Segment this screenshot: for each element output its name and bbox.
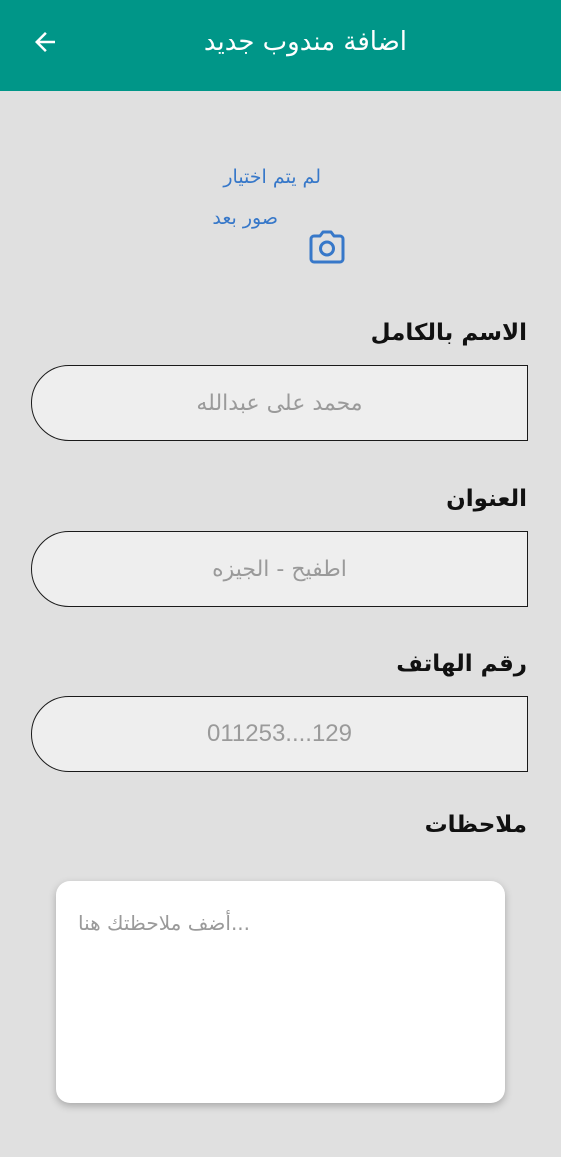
select-photo-button[interactable] xyxy=(309,230,345,264)
name-label: الاسم بالكامل xyxy=(370,320,527,346)
page-title: اضافة مندوب جديد xyxy=(203,27,407,57)
name-field-container xyxy=(31,365,528,441)
address-label: العنوان xyxy=(446,486,527,512)
address-input[interactable] xyxy=(32,532,527,606)
camera-icon xyxy=(309,230,345,264)
arrow-back-icon xyxy=(35,32,55,52)
back-button[interactable] xyxy=(20,22,70,62)
photo-status-line1: لم يتم اختيار xyxy=(223,166,321,188)
phone-field-container xyxy=(31,696,528,772)
address-field-container xyxy=(31,531,528,607)
phone-input[interactable] xyxy=(32,697,527,771)
notes-card xyxy=(56,881,505,1103)
app-bar: اضافة مندوب جديد xyxy=(0,0,561,91)
add-representative-screen: اضافة مندوب جديد لم يتم اختيار صور بعد ا… xyxy=(0,0,561,1157)
photo-status-line2: صور بعد xyxy=(212,207,278,229)
notes-label: ملاحظات xyxy=(424,812,527,838)
name-input[interactable] xyxy=(32,366,527,440)
phone-label: رقم الهاتف xyxy=(396,651,527,677)
notes-textarea[interactable] xyxy=(76,909,489,1083)
